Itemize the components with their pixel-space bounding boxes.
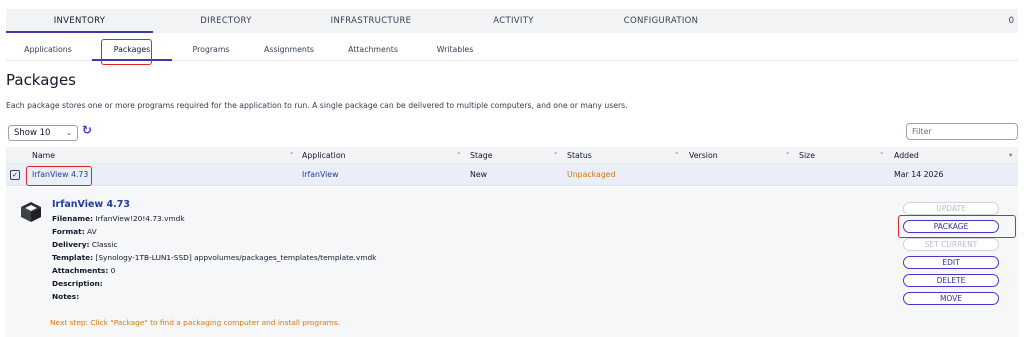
column-status[interactable]: Status — [567, 147, 592, 164]
tab-infrastructure[interactable]: INFRASTRUCTURE — [316, 9, 426, 33]
page-description: Each package stores one or more programs… — [6, 101, 628, 110]
tab-directory[interactable]: DIRECTORY — [176, 9, 276, 33]
sort-icon[interactable]: ⌃ — [456, 147, 461, 164]
subtab-assignments[interactable]: Assignments — [253, 39, 325, 61]
detail-delivery: Delivery: Classic — [52, 240, 118, 249]
sort-icon[interactable]: ⌃ — [553, 147, 558, 164]
row-checkbox[interactable]: ✓ — [10, 170, 20, 180]
subtab-writables[interactable]: Writables — [426, 39, 484, 61]
subtab-applications[interactable]: Applications — [16, 39, 80, 61]
column-size[interactable]: Size — [799, 147, 815, 164]
sort-icon[interactable]: ⌃ — [879, 147, 884, 164]
subtab-attachments[interactable]: Attachments — [336, 39, 410, 61]
page-size-select[interactable]: Show 10 ⌄ — [8, 125, 78, 141]
column-version[interactable]: Version — [689, 147, 718, 164]
sort-down-icon[interactable]: ▾ — [1009, 147, 1012, 164]
detail-attachments: Attachments: 0 — [52, 266, 116, 275]
detail-filename: Filename: IrfanView!20!4.73.vmdk — [52, 214, 185, 223]
sort-icon[interactable]: ⌃ — [785, 147, 790, 164]
sort-icon[interactable]: ⌃ — [674, 147, 679, 164]
edit-button[interactable]: EDIT — [903, 256, 999, 269]
detail-notes: Notes: — [52, 292, 80, 301]
row-application-link[interactable]: IrfanView — [302, 164, 338, 186]
package-title[interactable]: IrfanView 4.73 — [52, 199, 130, 210]
move-button[interactable]: MOVE — [903, 292, 999, 305]
sort-icon[interactable]: ⌃ — [289, 147, 294, 164]
row-stage: New — [470, 170, 488, 179]
highlight-package-name — [26, 166, 92, 186]
page-size-label: Show 10 — [14, 128, 51, 138]
chevron-down-icon: ⌄ — [66, 129, 72, 137]
tab-activity[interactable]: ACTIVITY — [466, 9, 561, 33]
highlight-packages-tab — [101, 39, 152, 65]
package-detail-panel: IrfanView 4.73 Filename: IrfanView!20!4.… — [6, 187, 1018, 337]
column-stage[interactable]: Stage — [470, 147, 493, 164]
detail-description: Description: — [52, 279, 103, 288]
subtab-programs[interactable]: Programs — [182, 39, 240, 61]
detail-format: Format: AV — [52, 227, 97, 236]
set-current-button[interactable]: SET CURRENT — [903, 238, 999, 251]
delete-button[interactable]: DELETE — [903, 274, 999, 287]
page-title: Packages — [6, 71, 76, 89]
column-application[interactable]: Application — [302, 147, 346, 164]
package-icon — [21, 202, 41, 222]
notification-count[interactable]: 0 — [1009, 9, 1014, 33]
top-nav: INVENTORY DIRECTORY INFRASTRUCTURE ACTIV… — [6, 9, 1018, 33]
column-added[interactable]: Added — [894, 147, 919, 164]
refresh-icon[interactable]: ↻ — [82, 123, 92, 137]
table-header: Name ⌃ Application ⌃ Stage ⌃ Status ⌃ Ve… — [6, 147, 1018, 164]
table-row[interactable]: ✓ IrfanView 4.73 IrfanView New Unpackage… — [6, 164, 1018, 186]
row-added: Mar 14 2026 — [894, 170, 944, 179]
column-name[interactable]: Name — [32, 147, 55, 164]
next-step-hint: Next step: Click "Package" to find a pac… — [50, 318, 341, 327]
tab-inventory[interactable]: INVENTORY — [6, 9, 153, 33]
filter-input[interactable]: Filter — [906, 123, 1018, 140]
highlight-package-button — [898, 215, 1016, 238]
sub-nav: Applications Packages Programs Assignmen… — [6, 39, 1018, 61]
row-status: Unpackaged — [567, 170, 616, 179]
detail-template: Template: [Synology-1TB-LUN1-SSD] appvol… — [52, 253, 377, 262]
update-button[interactable]: UPDATE — [903, 202, 999, 215]
tab-configuration[interactable]: CONFIGURATION — [606, 9, 716, 33]
